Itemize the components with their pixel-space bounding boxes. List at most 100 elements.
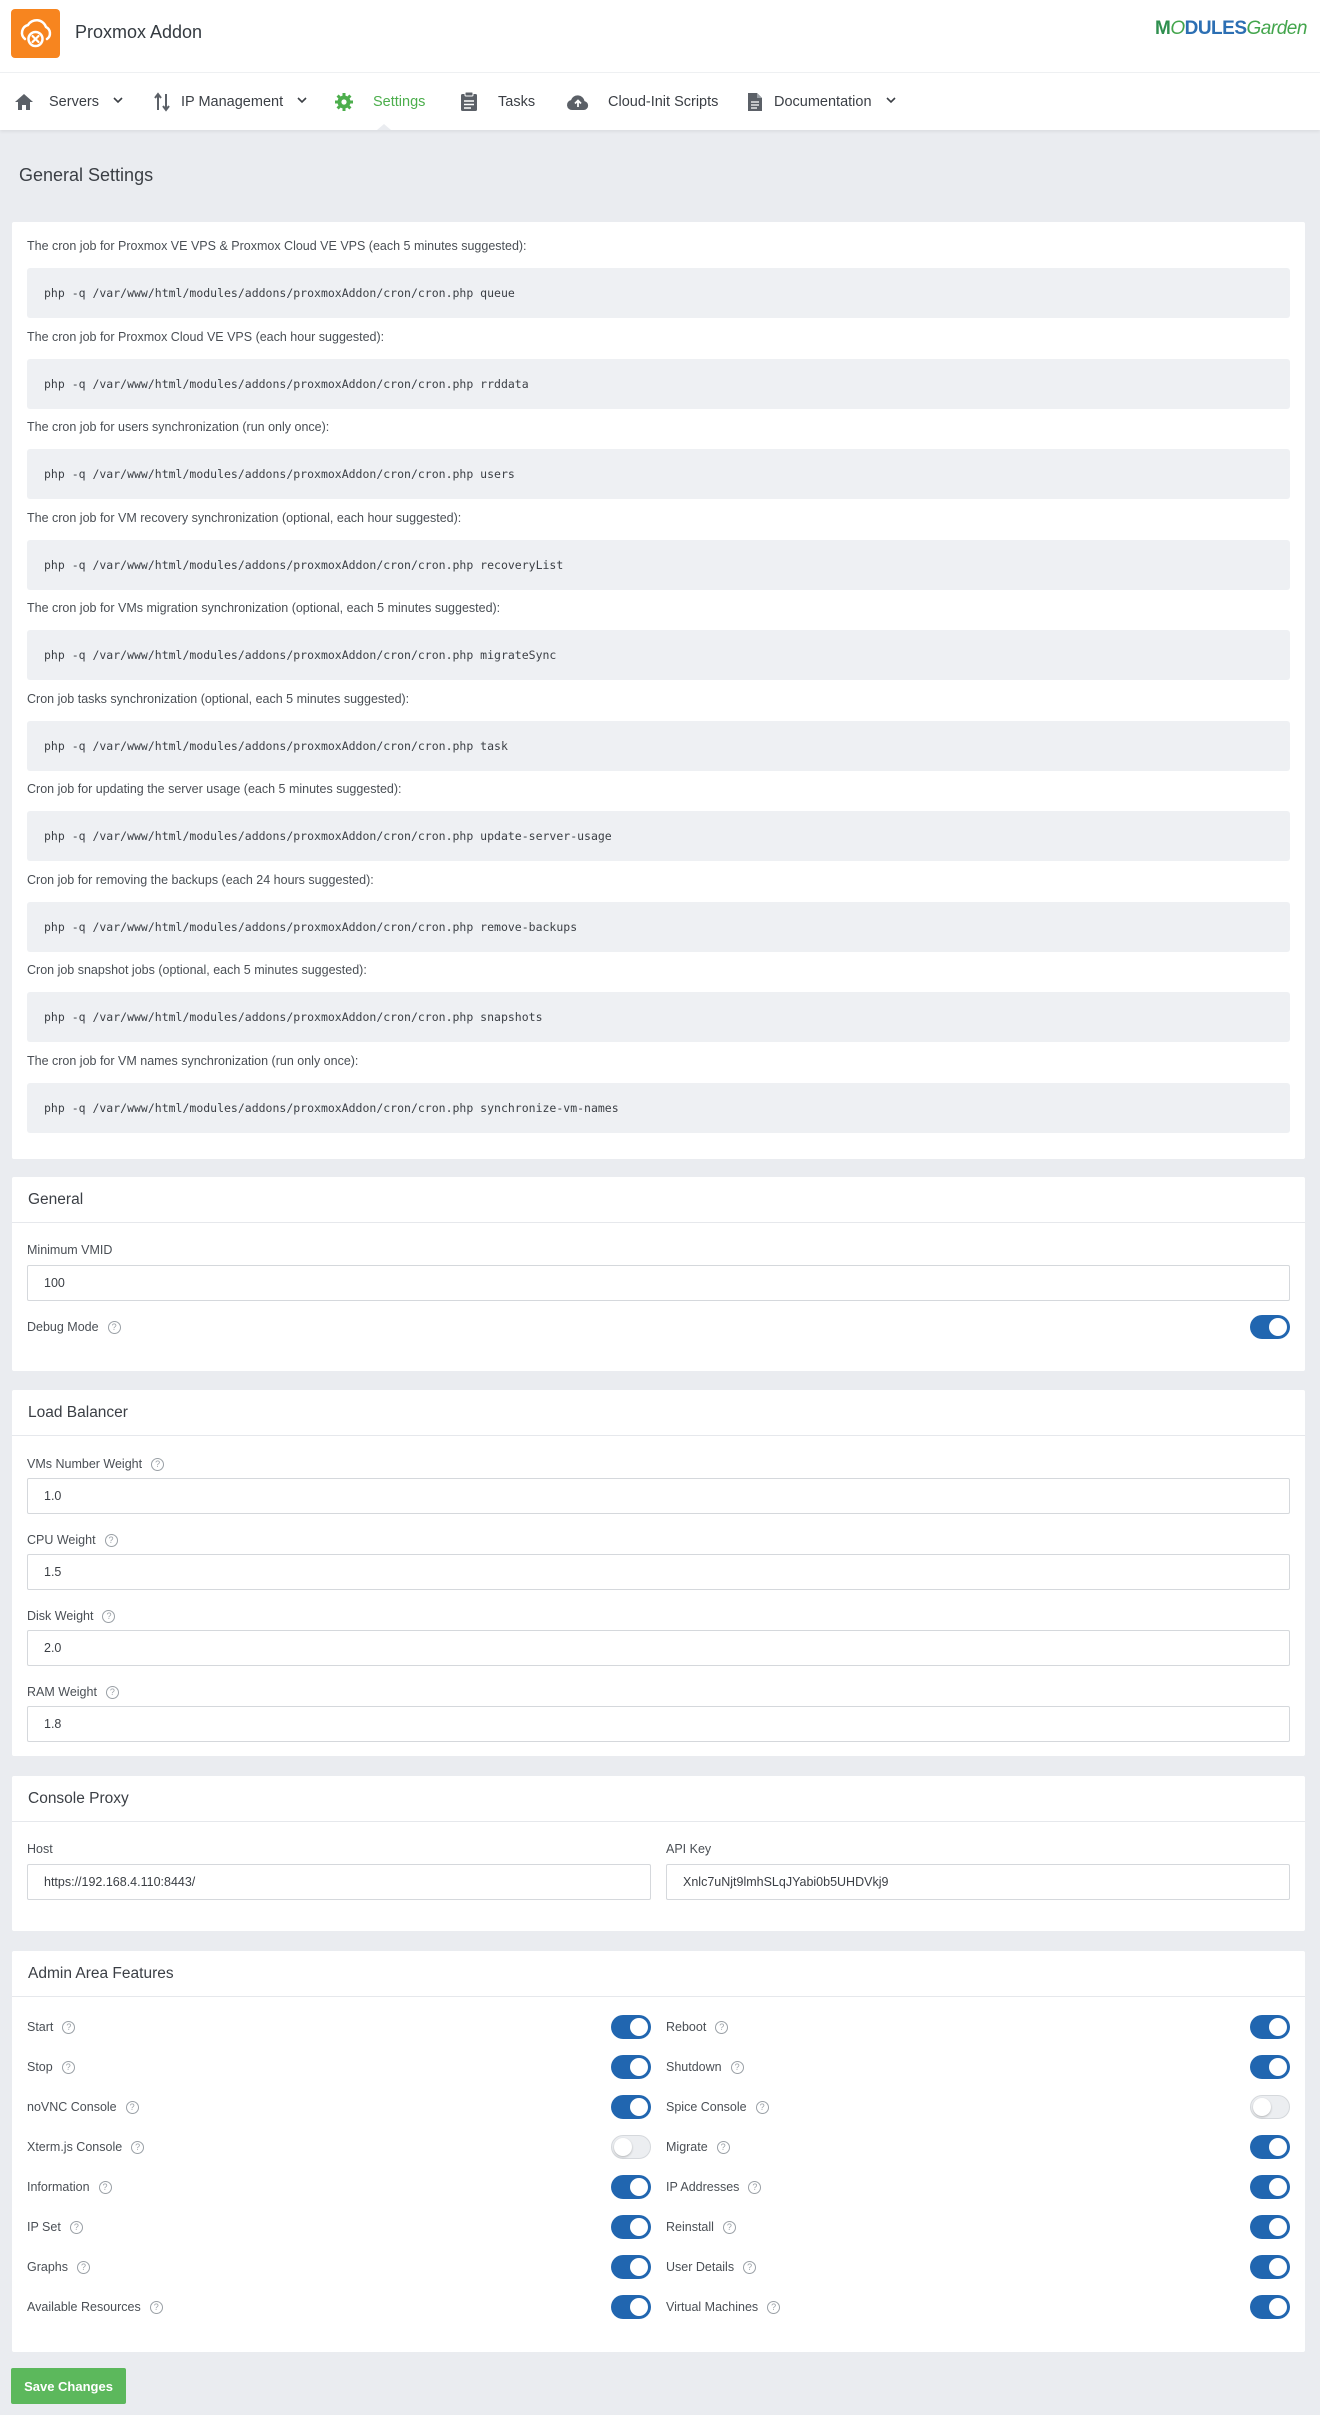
main-nav: Servers IP Management Settings Tasks Clo… bbox=[0, 73, 1320, 130]
cron-command[interactable]: php -q /var/www/html/modules/addons/prox… bbox=[27, 721, 1290, 771]
cron-label: Cron job snapshot jobs (optional, each 5… bbox=[27, 963, 367, 977]
help-icon[interactable]: ? bbox=[69, 2220, 83, 2234]
cron-label: The cron job for Proxmox VE VPS & Proxmo… bbox=[27, 239, 527, 253]
vms-number-weight-input[interactable]: 1.0 bbox=[27, 1478, 1290, 1514]
help-icon[interactable]: ? bbox=[77, 2260, 90, 2274]
nav-label: Tasks bbox=[498, 93, 536, 110]
feature-label-shutdown: Shutdown? bbox=[666, 2060, 744, 2074]
help-icon[interactable]: ? bbox=[730, 2060, 744, 2074]
feature-label-start: Start? bbox=[27, 2020, 76, 2034]
feature-toggle-available-resources[interactable] bbox=[611, 2295, 651, 2319]
feature-toggle-start[interactable] bbox=[611, 2015, 651, 2039]
help-icon[interactable]: ? bbox=[105, 1685, 119, 1699]
nav-item-servers[interactable]: Servers bbox=[13, 73, 123, 130]
ram-weight-input[interactable]: 1.8 bbox=[27, 1706, 1290, 1742]
feature-toggle-stop[interactable] bbox=[611, 2055, 651, 2079]
cpu-weight-input[interactable]: 1.5 bbox=[27, 1554, 1290, 1590]
cron-command[interactable]: php -q /var/www/html/modules/addons/prox… bbox=[27, 1083, 1290, 1133]
help-icon[interactable]: ? bbox=[102, 1609, 116, 1623]
debug-mode-toggle[interactable] bbox=[1250, 1315, 1290, 1339]
help-icon[interactable]: ? bbox=[62, 2020, 76, 2034]
feature-label-reboot: Reboot? bbox=[666, 2020, 729, 2034]
feature-label-migrate: Migrate? bbox=[666, 2140, 730, 2154]
nav-label: Documentation bbox=[774, 93, 872, 110]
feature-toggle-spice-console[interactable] bbox=[1250, 2095, 1290, 2119]
disk-weight-label: Disk Weight? bbox=[27, 1609, 116, 1623]
feature-toggle-xtermjs-console[interactable] bbox=[611, 2135, 651, 2159]
help-icon[interactable]: ? bbox=[716, 2140, 730, 2154]
chevron-down-icon bbox=[297, 96, 307, 107]
feature-toggle-reinstall[interactable] bbox=[1250, 2215, 1290, 2239]
help-icon[interactable]: ? bbox=[767, 2300, 781, 2314]
nav-label: Servers bbox=[49, 93, 99, 110]
feature-label-user-details: User Details? bbox=[666, 2260, 757, 2274]
cron-command[interactable]: php -q /var/www/html/modules/addons/prox… bbox=[27, 992, 1290, 1042]
feature-toggle-shutdown[interactable] bbox=[1250, 2055, 1290, 2079]
nav-label: Settings bbox=[373, 93, 426, 110]
feature-toggle-novnc-console[interactable] bbox=[611, 2095, 651, 2119]
nav-item-cloud-init-scripts[interactable]: Cloud-Init Scripts bbox=[566, 73, 718, 130]
help-icon[interactable]: ? bbox=[748, 2180, 762, 2194]
help-icon[interactable]: ? bbox=[98, 2180, 112, 2194]
help-icon[interactable]: ? bbox=[61, 2060, 75, 2074]
load-balancer-card: Load Balancer VMs Number Weight? 1.0 CPU… bbox=[12, 1390, 1305, 1756]
help-icon[interactable]: ? bbox=[715, 2020, 729, 2034]
nav-item-ip-management[interactable]: IP Management bbox=[151, 73, 307, 130]
help-icon[interactable]: ? bbox=[151, 1457, 165, 1471]
feature-label-available-resources: Available Resources? bbox=[27, 2300, 163, 2314]
feature-toggle-reboot[interactable] bbox=[1250, 2015, 1290, 2039]
feature-toggle-ip-set[interactable] bbox=[611, 2215, 651, 2239]
active-tab-caret bbox=[377, 124, 391, 130]
api-key-input[interactable]: Xnlc7uNjt9lmhSLqJYabi0b5UHDVkj9 bbox=[666, 1864, 1290, 1900]
card-title: Load Balancer bbox=[12, 1390, 1305, 1436]
clipboard-icon bbox=[458, 91, 480, 113]
cron-command[interactable]: php -q /var/www/html/modules/addons/prox… bbox=[27, 268, 1290, 318]
cron-command[interactable]: php -q /var/www/html/modules/addons/prox… bbox=[27, 449, 1290, 499]
cron-command[interactable]: php -q /var/www/html/modules/addons/prox… bbox=[27, 811, 1290, 861]
help-icon[interactable]: ? bbox=[125, 2100, 139, 2114]
cron-command[interactable]: php -q /var/www/html/modules/addons/prox… bbox=[27, 359, 1290, 409]
min-vmid-input[interactable]: 100 bbox=[27, 1265, 1290, 1301]
app-title: Proxmox Addon bbox=[75, 22, 203, 42]
feature-label-information: Information? bbox=[27, 2180, 112, 2194]
vms-number-weight-label: VMs Number Weight? bbox=[27, 1457, 165, 1471]
help-icon[interactable]: ? bbox=[722, 2220, 736, 2234]
card-title: Console Proxy bbox=[12, 1776, 1305, 1822]
feature-toggle-virtual-machines[interactable] bbox=[1250, 2295, 1290, 2319]
save-changes-button[interactable]: Save Changes bbox=[11, 2368, 126, 2404]
cron-command[interactable]: php -q /var/www/html/modules/addons/prox… bbox=[27, 630, 1290, 680]
sort-arrows-icon bbox=[151, 91, 173, 113]
nav-item-documentation[interactable]: Documentation bbox=[744, 73, 896, 130]
cron-label: The cron job for VM recovery synchroniza… bbox=[27, 511, 462, 525]
feature-toggle-user-details[interactable] bbox=[1250, 2255, 1290, 2279]
admin-area-features-card: Admin Area Features Start? Stop? noVNC C… bbox=[12, 1951, 1305, 2352]
feature-label-xtermjs-console: Xterm.js Console? bbox=[27, 2140, 145, 2154]
help-icon[interactable]: ? bbox=[149, 2300, 163, 2314]
feature-label-spice-console: Spice Console? bbox=[666, 2100, 769, 2114]
feature-toggle-information[interactable] bbox=[611, 2175, 651, 2199]
host-input[interactable]: https://192.168.4.110:8443/ bbox=[27, 1864, 651, 1900]
help-icon[interactable]: ? bbox=[131, 2140, 145, 2154]
help-icon[interactable]: ? bbox=[755, 2100, 769, 2114]
modulesgarden-logo[interactable]: MODULESGarden bbox=[1155, 18, 1307, 40]
feature-label-ip-addresses: IP Addresses? bbox=[666, 2180, 762, 2194]
feature-toggle-migrate[interactable] bbox=[1250, 2135, 1290, 2159]
document-icon bbox=[744, 91, 766, 113]
help-icon[interactable]: ? bbox=[107, 1320, 121, 1334]
cron-command[interactable]: php -q /var/www/html/modules/addons/prox… bbox=[27, 540, 1290, 590]
gear-icon bbox=[333, 91, 355, 113]
debug-mode-label: Debug Mode? bbox=[27, 1320, 121, 1334]
feature-label-stop: Stop? bbox=[27, 2060, 75, 2074]
cron-command[interactable]: php -q /var/www/html/modules/addons/prox… bbox=[27, 902, 1290, 952]
proxmox-addon-logo-icon[interactable] bbox=[11, 9, 60, 58]
feature-toggle-ip-addresses[interactable] bbox=[1250, 2175, 1290, 2199]
help-icon[interactable]: ? bbox=[104, 1533, 118, 1547]
disk-weight-input[interactable]: 2.0 bbox=[27, 1630, 1290, 1666]
nav-item-tasks[interactable]: Tasks bbox=[458, 73, 535, 130]
help-icon[interactable]: ? bbox=[743, 2260, 757, 2274]
host-label: Host bbox=[27, 1842, 53, 1856]
feature-toggle-graphs[interactable] bbox=[611, 2255, 651, 2279]
nav-item-settings[interactable]: Settings bbox=[333, 73, 425, 130]
cron-label: The cron job for VM names synchronizatio… bbox=[27, 1054, 359, 1068]
nav-label: IP Management bbox=[181, 93, 284, 110]
